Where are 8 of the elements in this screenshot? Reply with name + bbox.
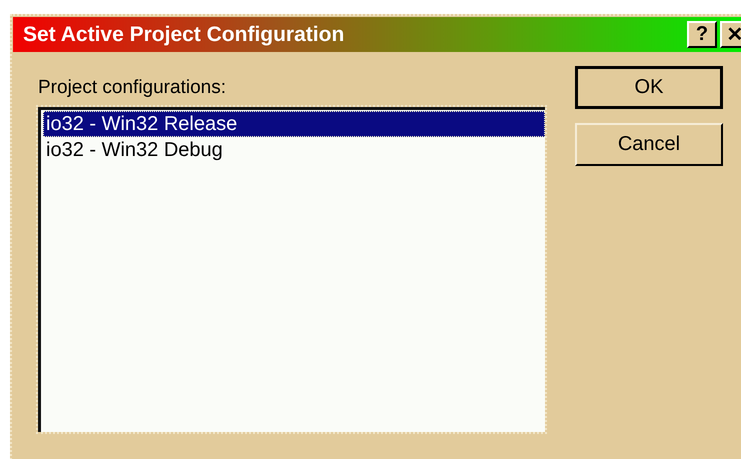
- list-item[interactable]: io32 - Win32 Release: [43, 111, 545, 137]
- window-title: Set Active Project Configuration: [23, 22, 344, 46]
- list-item[interactable]: io32 - Win32 Debug: [43, 137, 545, 163]
- ok-button[interactable]: OK: [575, 66, 723, 109]
- configuration-list[interactable]: io32 - Win32 Release io32 - Win32 Debug: [38, 107, 545, 432]
- cancel-button[interactable]: Cancel: [575, 123, 723, 166]
- list-label: Project configurations:: [38, 77, 227, 99]
- help-button[interactable]: ?: [687, 21, 717, 48]
